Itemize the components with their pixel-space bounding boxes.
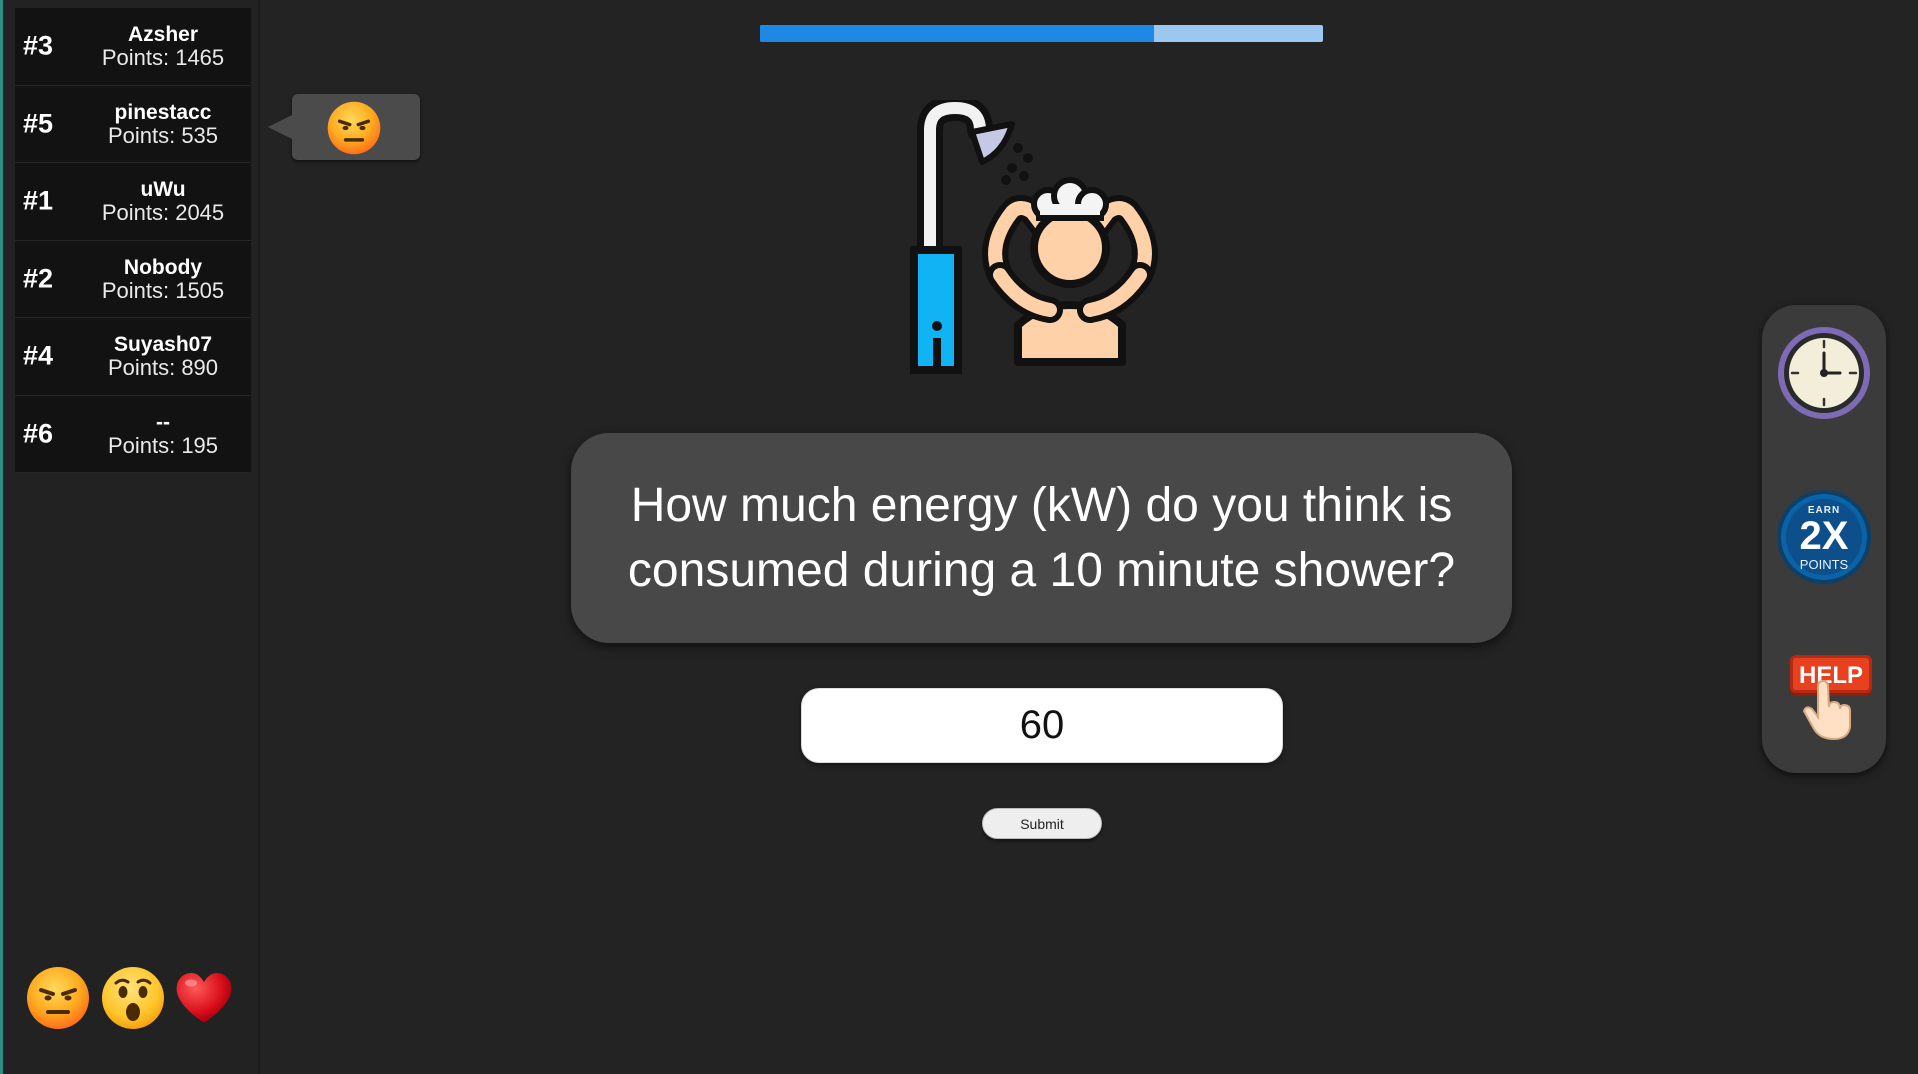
reaction-tray <box>25 965 245 1039</box>
leaderboard-list: #3 Azsher Points: 1465 #5 pinestacc Poin… <box>15 8 251 473</box>
player-points: Points: 2045 <box>101 200 225 226</box>
player-info: -- Points: 195 <box>75 411 251 457</box>
submit-button[interactable]: Submit <box>982 808 1102 839</box>
shower-icon <box>900 94 1180 380</box>
help-button[interactable]: HELP <box>1774 647 1874 747</box>
leaderboard-row: #2 Nobody Points: 1505 <box>15 240 251 318</box>
clock-icon[interactable] <box>1774 323 1874 423</box>
leaderboard-row: #3 Azsher Points: 1465 <box>15 8 251 86</box>
progress-fill <box>760 25 1155 42</box>
player-rank: #3 <box>23 30 54 61</box>
leaderboard-row: #5 pinestacc Points: 535 <box>15 85 251 163</box>
player-points: Points: 535 <box>107 122 219 148</box>
powerup-panel: EARN 2X POINTS HELP <box>1762 305 1886 773</box>
question-text: How much energy (kW) do you think is con… <box>627 479 1456 597</box>
angry-face-icon[interactable] <box>25 965 91 1031</box>
double-points-badge[interactable]: EARN 2X POINTS <box>1774 487 1874 587</box>
player-info: Nobody Points: 1505 <box>75 256 251 302</box>
player-info: uWu Points: 2045 <box>75 178 251 224</box>
question-card: How much energy (kW) do you think is con… <box>571 433 1512 643</box>
leaderboard-sidebar: #3 Azsher Points: 1465 #5 pinestacc Poin… <box>3 0 260 1074</box>
double-points-big-label: 2X <box>1799 514 1849 558</box>
angry-face-icon <box>326 100 382 156</box>
player-info: Suyash07 Points: 890 <box>75 333 251 379</box>
player-name: pinestacc <box>114 100 212 124</box>
player-rank: #4 <box>23 340 54 371</box>
player-rank: #6 <box>23 418 54 449</box>
player-rank: #5 <box>23 108 54 139</box>
player-rank: #2 <box>23 263 54 294</box>
player-name: uWu <box>140 178 186 202</box>
player-info: pinestacc Points: 535 <box>75 101 251 147</box>
player-name: Suyash07 <box>113 333 213 357</box>
surprised-face-icon[interactable] <box>100 965 166 1031</box>
player-points: Points: 1505 <box>101 277 225 303</box>
heart-icon[interactable] <box>171 965 237 1031</box>
leaderboard-row: #4 Suyash07 Points: 890 <box>15 318 251 396</box>
answer-input[interactable] <box>801 688 1283 763</box>
player-points: Points: 1465 <box>101 45 225 71</box>
leaderboard-row: #1 uWu Points: 2045 <box>15 163 251 241</box>
question-progress-bar <box>760 25 1323 42</box>
player-info: Azsher Points: 1465 <box>75 23 251 69</box>
player-name: -- <box>156 410 170 434</box>
player-points: Points: 890 <box>107 355 219 381</box>
reaction-bubble <box>268 94 420 160</box>
player-name: Azsher <box>127 23 199 47</box>
leaderboard-row: #6 -- Points: 195 <box>15 395 251 473</box>
player-rank: #1 <box>23 185 54 216</box>
player-name: Nobody <box>123 255 203 279</box>
double-points-bottom-label: POINTS <box>1799 557 1849 572</box>
pointing-hand-icon <box>1802 679 1851 741</box>
player-points: Points: 195 <box>107 432 219 458</box>
